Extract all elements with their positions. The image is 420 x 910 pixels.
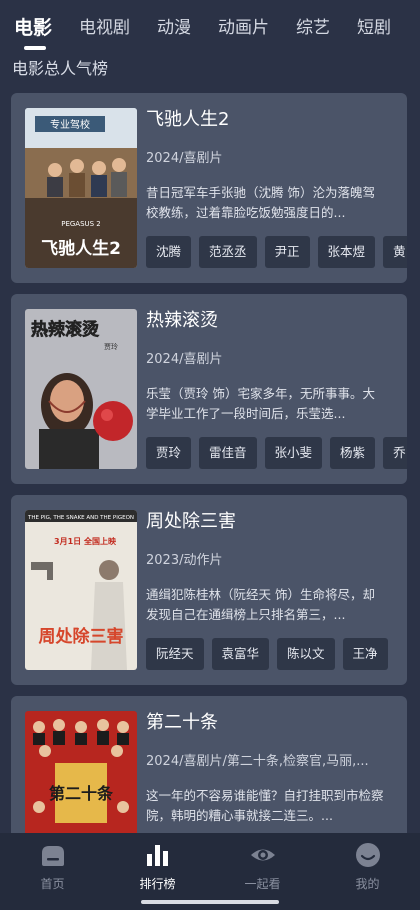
tab-variety[interactable]: 综艺 [296,16,330,40]
ranking-list[interactable]: 专业驾校 PEGASUS 2 飞驰人生2 飞驰人生2 2024/喜剧片 昔日冠军… [0,93,420,833]
movie-meta: 2024/喜剧片/第二十条,检察官,马丽,... [146,754,369,769]
nav-ranking-label: 排行榜 [139,877,176,891]
poster-title-text: 周处除三害 [39,626,124,647]
home-indicator [141,900,279,904]
nav-profile-label: 我的 [355,877,380,891]
movie-description: 通缉犯陈桂林（阮经天 饰）生命将尽，却发现自己在通缉榜上只排名第三，... [146,587,375,622]
nav-profile[interactable]: 我的 [315,833,420,893]
movie-meta: 2024/喜剧片 [146,151,223,166]
cast-chip[interactable]: 袁富华 [211,638,270,670]
cast-chip[interactable]: 杨紫 [330,437,376,469]
poster-sub-text: 3月1日 全国上映 [54,536,117,546]
movie-meta: 2024/喜剧片 [146,352,223,367]
nav-watch-together-label: 一起看 [244,877,281,891]
poster-sub-text: 贾玲 [104,342,118,351]
tab-tv-series[interactable]: 电视剧 [79,16,130,40]
nav-watch-together[interactable]: 一起看 [210,833,315,893]
nav-ranking[interactable]: 排行榜 [105,833,210,893]
cast-chip[interactable]: 范丞丞 [199,236,257,268]
poster-header-text: THE PIG, THE SNAKE AND THE PIGEON [27,515,134,521]
bar-chart-icon [146,845,168,866]
cast-chip[interactable]: 贾玲 [146,437,192,469]
cast-list: 沈腾 范丞丞 尹正 张本煜 黄 [146,236,407,268]
movie-poster[interactable]: THE PIG, THE SNAKE AND THE PIGEON 3月1日 全… [25,510,137,670]
movie-description: 昔日冠军车手张驰（沈腾 饰）沦为落魄驾校教练，过着靠脸吃饭勉强度日的... [146,185,375,220]
nav-home[interactable]: 首页 [0,833,105,893]
home-icon [41,846,64,866]
poster-header-text: 专业驾校 [50,118,90,131]
section-title: 电影总人气榜 [12,59,109,78]
cast-chip[interactable]: 张本煜 [317,236,376,268]
tab-short-drama[interactable]: 短剧 [357,16,391,40]
face-icon [355,843,380,867]
movie-title[interactable]: 第二十条 [146,710,218,736]
eye-icon [250,849,275,861]
cast-chip[interactable]: 黄 [383,236,407,268]
category-tabs: 电影 电视剧 动漫 动画片 综艺 短剧 [0,0,420,50]
cast-chip[interactable]: 沈腾 [146,236,192,268]
cast-chip[interactable]: 雷佳音 [199,437,257,469]
movie-card[interactable]: 专业驾校 PEGASUS 2 飞驰人生2 飞驰人生2 2024/喜剧片 昔日冠军… [11,93,407,283]
movie-card[interactable]: THE PIG, THE SNAKE AND THE PIGEON 3月1日 全… [11,495,407,685]
movie-card[interactable]: 第二十条 第二十条 2024/喜剧片/第二十条,检察官,马丽,... 这一年的不… [11,696,407,833]
tab-movies[interactable]: 电影 [14,16,52,50]
poster-sub-text: PEGASUS 2 [61,220,101,228]
movie-title[interactable]: 周处除三害 [146,509,236,535]
poster-title-text: 第二十条 [49,784,114,803]
cast-chip[interactable]: 张小斐 [264,437,323,469]
movie-poster[interactable]: 专业驾校 PEGASUS 2 飞驰人生2 [25,108,137,268]
poster-title-text: 飞驰人生2 [41,238,121,259]
movie-meta: 2023/动作片 [146,553,223,568]
tab-anime[interactable]: 动漫 [157,16,191,40]
movie-poster[interactable]: 热辣滚烫 贾玲 [25,309,137,469]
movie-poster[interactable]: 第二十条 [25,711,137,833]
cast-chip[interactable]: 王净 [342,638,388,670]
cast-chip[interactable]: 尹正 [264,236,310,268]
movie-title[interactable]: 飞驰人生2 [146,107,229,133]
movie-description: 乐莹（贾玲 饰）宅家多年，无所事事。大学毕业工作了一段时间后，乐莹选... [146,386,375,421]
tab-cartoon[interactable]: 动画片 [218,16,269,40]
movie-title[interactable]: 热辣滚烫 [146,308,218,334]
bottom-nav: 首页 排行榜 一起看 我的 [0,833,420,910]
nav-home-label: 首页 [40,877,65,891]
movie-card[interactable]: 热辣滚烫 贾玲 热辣滚烫 2024/喜剧片 乐莹（贾玲 饰）宅家多年，无所事事。… [11,294,407,484]
cast-chip[interactable]: 陈以文 [277,638,335,670]
cast-chip[interactable]: 阮经天 [146,638,204,670]
cast-chip[interactable]: 乔 [383,437,407,469]
cast-list: 贾玲 雷佳音 张小斐 杨紫 乔 [146,437,407,469]
cast-list: 阮经天 袁富华 陈以文 王净 [146,638,407,670]
movie-description: 这一年的不容易谁能懂？自打挂职到市检察院，韩明的糟心事就接二连三。... [146,788,384,823]
poster-title-text: 热辣滚烫 [31,319,100,340]
